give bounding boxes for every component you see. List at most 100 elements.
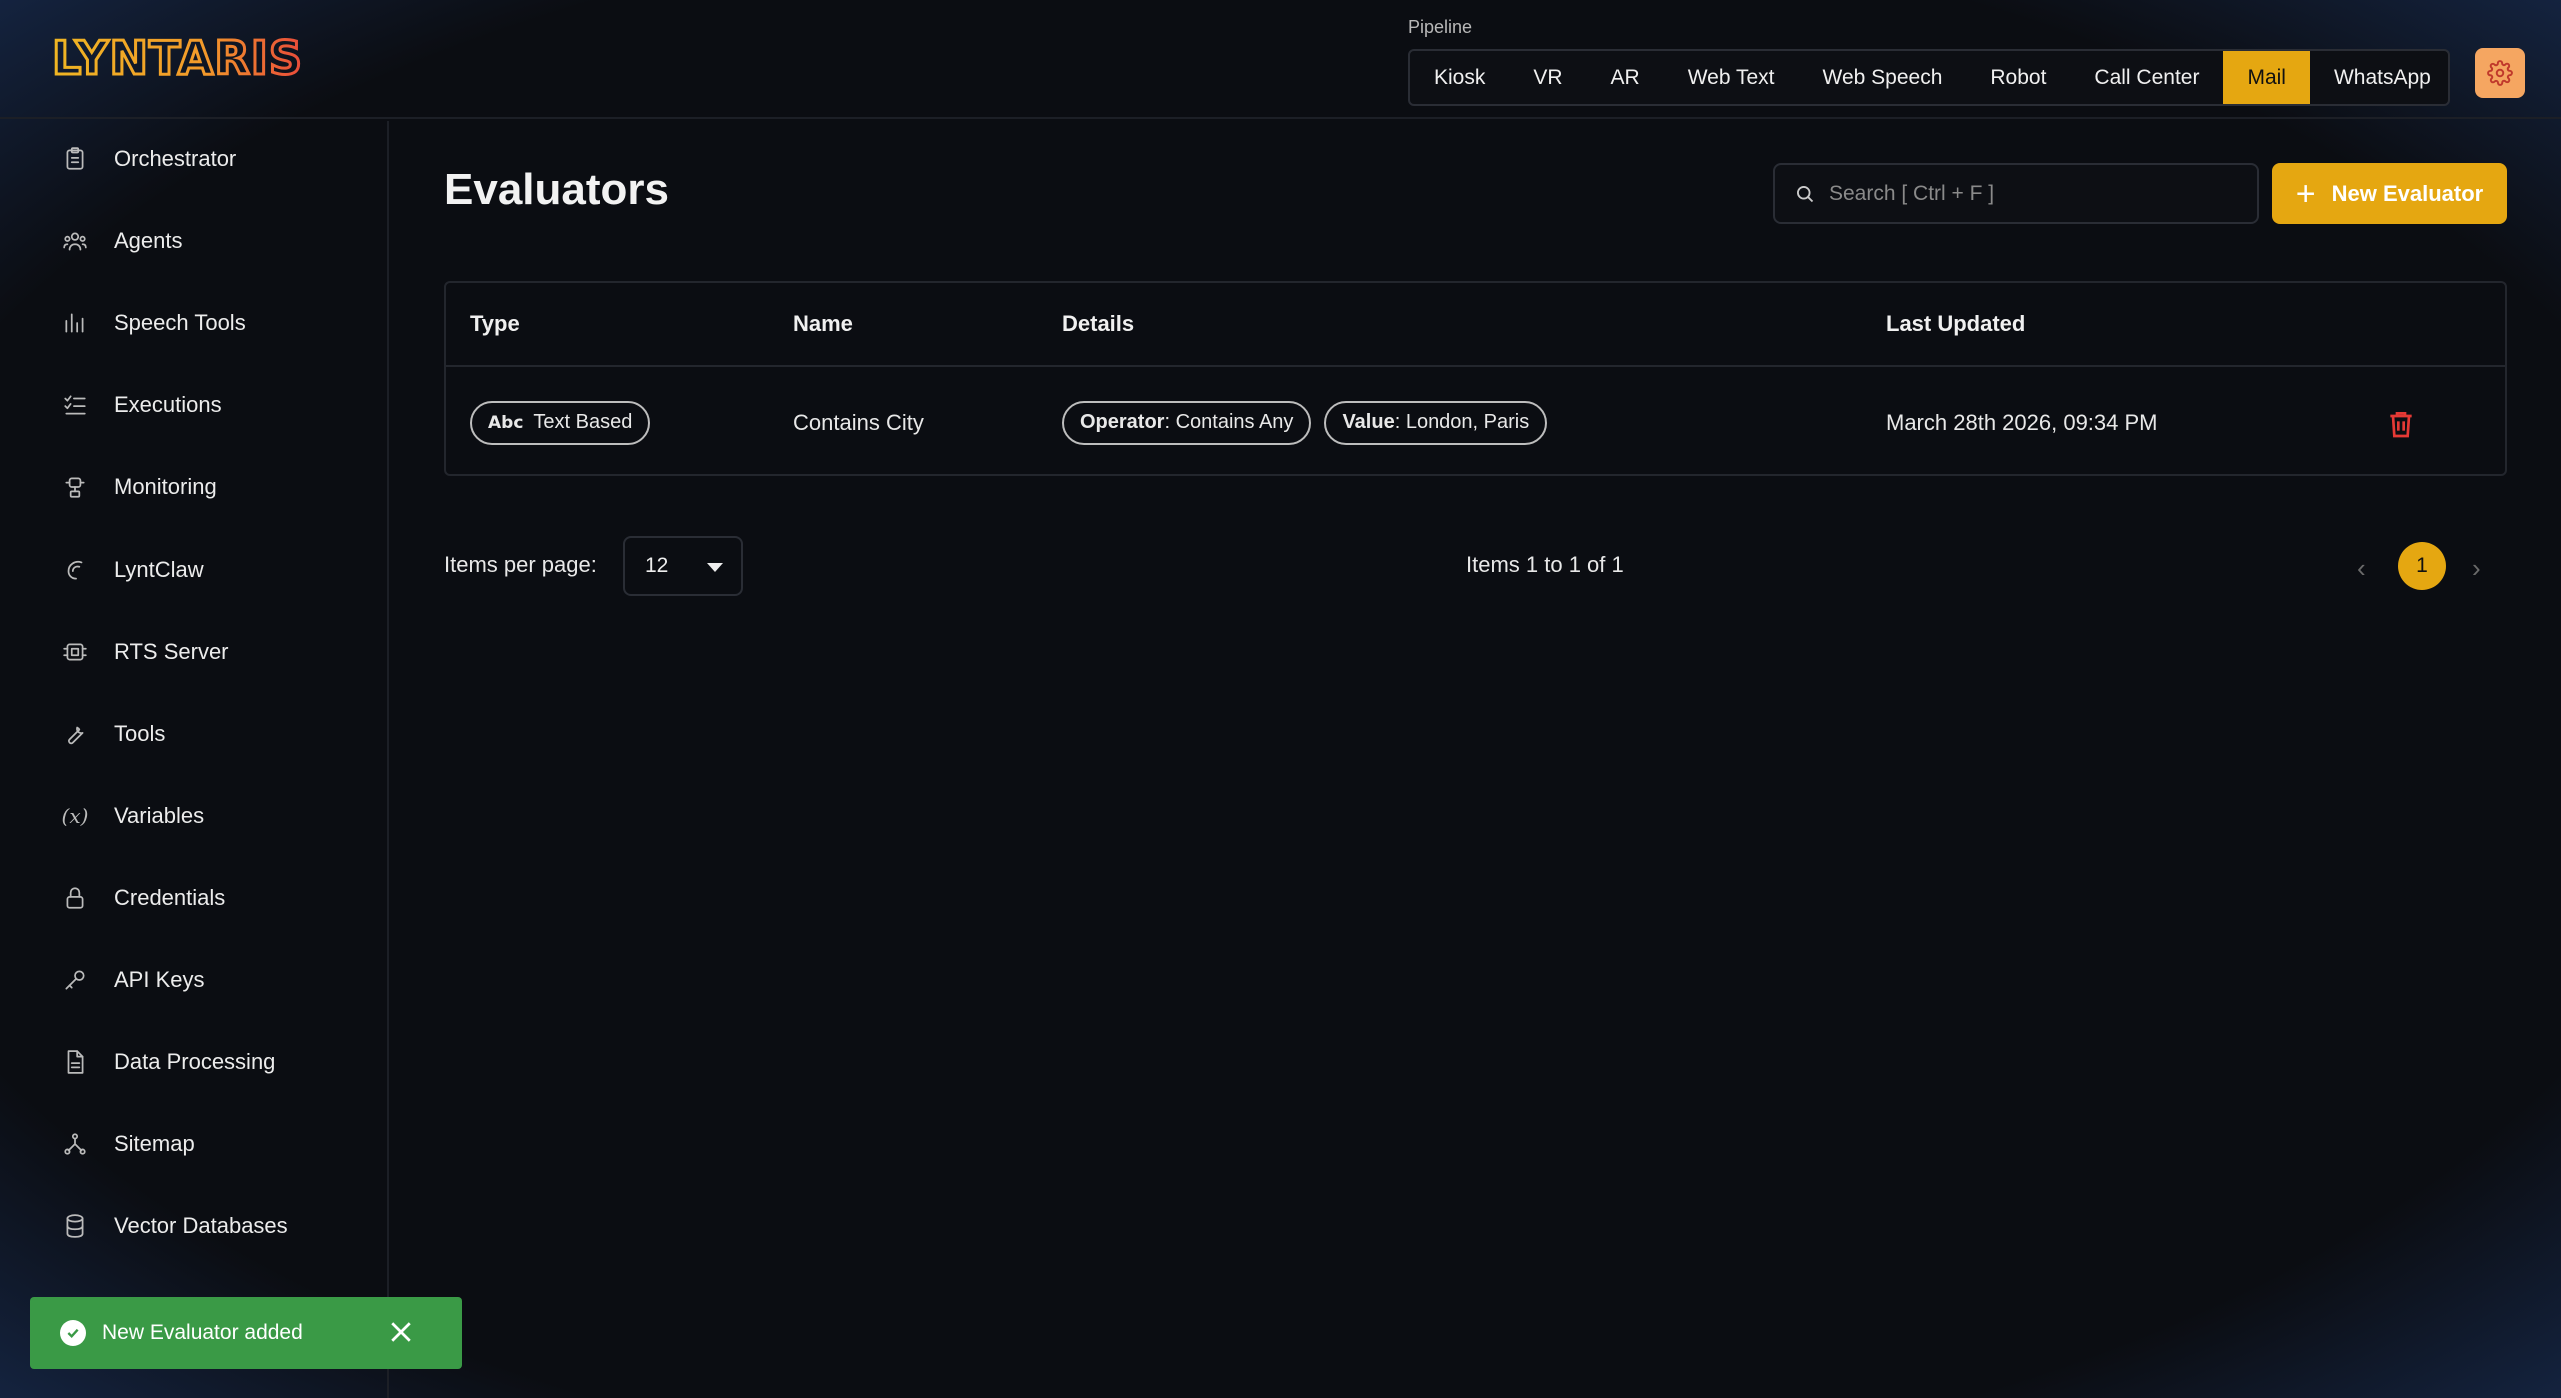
new-evaluator-button[interactable]: + New Evaluator bbox=[2272, 163, 2507, 224]
pipeline-tab-whatsapp[interactable]: WhatsApp bbox=[2310, 51, 2448, 104]
toast-message: New Evaluator added bbox=[102, 1321, 303, 1344]
sidebar-item-orchestrator[interactable]: Orchestrator bbox=[58, 139, 236, 179]
database-icon bbox=[58, 1209, 92, 1243]
sidebar-item-vector-databases[interactable]: Vector Databases bbox=[58, 1206, 288, 1246]
header-last-updated[interactable]: Last Updated bbox=[1886, 311, 2025, 337]
caret-down-icon bbox=[707, 563, 723, 572]
operator-key: Operator bbox=[1080, 411, 1165, 433]
sidebar-item-executions[interactable]: Executions bbox=[58, 385, 222, 425]
server-icon bbox=[58, 635, 92, 669]
evaluators-table: Type Name Details Last Updated Abc Text … bbox=[444, 281, 2507, 476]
chevron-left-icon[interactable]: ‹ bbox=[2357, 553, 2366, 584]
pipeline-tab-robot[interactable]: Robot bbox=[1966, 51, 2070, 104]
abc-icon: Abc bbox=[488, 412, 524, 433]
pipeline-label: Pipeline bbox=[1408, 17, 1473, 37]
sidebar-item-label: Vector Databases bbox=[114, 1213, 288, 1239]
svg-text:LYNTARIS: LYNTARIS bbox=[52, 31, 303, 84]
sidebar-item-label: Monitoring bbox=[114, 474, 217, 500]
page-number-button[interactable]: 1 bbox=[2398, 542, 2446, 590]
page-title: Evaluators bbox=[444, 165, 669, 214]
sidebar-item-sitemap[interactable]: Sitemap bbox=[58, 1124, 195, 1164]
sidebar-item-label: Orchestrator bbox=[114, 146, 237, 171]
items-per-page-select[interactable]: 12 bbox=[623, 536, 743, 596]
sidebar-item-data-processing[interactable]: Data Processing bbox=[58, 1042, 275, 1082]
pipeline-tab-web-speech[interactable]: Web Speech bbox=[1799, 51, 1967, 104]
plus-icon: + bbox=[2295, 174, 2316, 213]
operator-badge: Operator: Contains Any bbox=[1062, 400, 1312, 445]
sidebar-item-label: Sitemap bbox=[114, 1131, 195, 1157]
value-key: Value bbox=[1342, 411, 1395, 433]
sidebar-item-variables[interactable]: (x) Variables bbox=[58, 796, 205, 836]
sidebar-item-rts-server[interactable]: RTS Server bbox=[58, 632, 229, 672]
type-cell: Abc Text Based bbox=[470, 369, 651, 476]
type-badge: Abc Text Based bbox=[470, 400, 651, 445]
trash-icon[interactable] bbox=[2385, 407, 2417, 441]
document-icon bbox=[58, 1045, 92, 1079]
gear-icon bbox=[2487, 60, 2513, 86]
search-icon bbox=[1797, 185, 1814, 202]
sidebar-item-credentials[interactable]: Credentials bbox=[58, 878, 225, 918]
top-header: LYNTARIS Pipeline Kiosk VR AR Web Text Web S… bbox=[0, 0, 2561, 119]
table-row[interactable]: Abc Text Based Contains City Operator: C… bbox=[446, 369, 2505, 476]
value-badge: Value: London, Paris bbox=[1324, 400, 1548, 445]
sidebar: Orchestrator Agents Speech Tools Executions… bbox=[0, 121, 389, 1398]
pipeline-tab-call-center[interactable]: Call Center bbox=[2070, 51, 2223, 104]
last-updated-cell: March 28th 2026, 09:34 PM bbox=[1886, 409, 2158, 435]
lyntaris-logo[interactable]: LYNTARIS bbox=[52, 30, 304, 84]
value-value: : London, Paris bbox=[1394, 411, 1530, 433]
header-name[interactable]: Name bbox=[793, 311, 853, 337]
sidebar-item-label: Speech Tools bbox=[114, 310, 246, 336]
pipeline-tabs: Kiosk VR AR Web Text Web Speech Robot Call Cen… bbox=[1408, 49, 2450, 106]
name-cell: Contains City bbox=[793, 409, 924, 435]
users-icon bbox=[58, 224, 92, 258]
table-header: Type Name Details Last Updated bbox=[446, 283, 2505, 367]
type-label: Text Based bbox=[533, 411, 633, 433]
pipeline-tab-kiosk[interactable]: Kiosk bbox=[1410, 51, 1509, 104]
pipeline-tab-ar[interactable]: AR bbox=[1587, 51, 1664, 104]
variable-icon: (x) bbox=[61, 803, 89, 828]
pipeline-tab-mail[interactable]: Mail bbox=[2223, 51, 2310, 104]
details-cell: Operator: Contains Any Value: London, Pa… bbox=[1062, 369, 1548, 476]
lock-icon bbox=[58, 881, 92, 915]
bar-chart-icon bbox=[58, 306, 92, 340]
sidebar-item-label: Executions bbox=[114, 392, 222, 418]
items-per-page-label: Items per page: bbox=[444, 552, 597, 577]
sidebar-item-agents[interactable]: Agents bbox=[58, 221, 183, 261]
items-per-page-value: 12 bbox=[645, 554, 669, 577]
sidebar-item-label: RTS Server bbox=[114, 638, 229, 664]
success-toast: New Evaluator added bbox=[30, 1297, 462, 1369]
search-input[interactable] bbox=[1829, 181, 2229, 206]
pipeline-tab-web-text[interactable]: Web Text bbox=[1664, 51, 1799, 104]
check-circle-icon bbox=[60, 1320, 86, 1346]
sidebar-item-label: API Keys bbox=[114, 967, 205, 992]
sidebar-item-label: Credentials bbox=[114, 884, 226, 910]
settings-button[interactable] bbox=[2475, 48, 2525, 98]
chevron-right-icon[interactable]: › bbox=[2472, 553, 2481, 584]
sidebar-item-label: Variables bbox=[114, 802, 205, 828]
claw-icon bbox=[58, 553, 92, 587]
app-window: LYNTARIS Pipeline Kiosk VR AR Web Text Web S… bbox=[0, 0, 2561, 1398]
wrench-icon bbox=[58, 717, 92, 751]
header-details[interactable]: Details bbox=[1062, 311, 1134, 337]
robot-icon bbox=[58, 470, 92, 504]
pipeline-tab-vr[interactable]: VR bbox=[1509, 51, 1586, 104]
sitemap-icon bbox=[58, 1127, 92, 1161]
sidebar-item-label: Agents bbox=[114, 228, 183, 254]
sidebar-item-tools[interactable]: Tools bbox=[58, 714, 165, 754]
close-icon[interactable] bbox=[386, 1317, 416, 1347]
new-evaluator-label: New Evaluator bbox=[2331, 180, 2484, 206]
sidebar-item-label: LyntClaw bbox=[114, 556, 204, 582]
sidebar-item-api-keys[interactable]: API Keys bbox=[58, 960, 204, 1000]
operator-value: : Contains Any bbox=[1164, 411, 1294, 433]
sidebar-item-label: Tools bbox=[114, 720, 166, 746]
key-icon bbox=[58, 963, 92, 997]
sidebar-item-monitoring[interactable]: Monitoring bbox=[58, 467, 217, 507]
header-type[interactable]: Type bbox=[470, 311, 520, 337]
items-count: Items 1 to 1 of 1 bbox=[1466, 552, 1624, 577]
search-box[interactable] bbox=[1773, 163, 2259, 224]
sidebar-item-lyntclaw[interactable]: LyntClaw bbox=[58, 550, 204, 590]
sidebar-item-speech-tools[interactable]: Speech Tools bbox=[58, 303, 246, 343]
clipboard-icon bbox=[58, 142, 92, 176]
list-check-icon bbox=[58, 388, 92, 422]
sidebar-item-label: Data Processing bbox=[114, 1049, 276, 1075]
